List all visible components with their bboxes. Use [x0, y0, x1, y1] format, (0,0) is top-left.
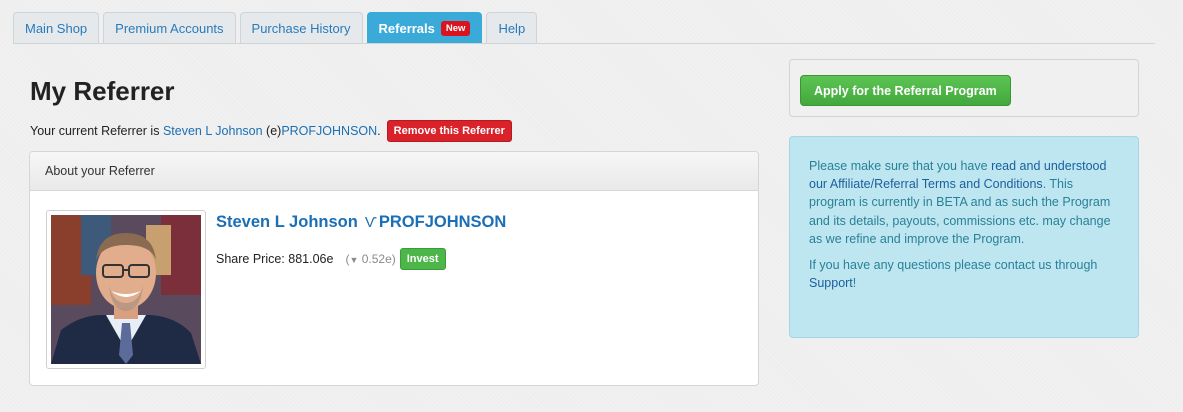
apply-referral-program-button[interactable]: Apply for the Referral Program: [800, 75, 1011, 106]
referrer-prefix: Your current Referrer is: [30, 124, 160, 138]
person-portrait-icon: [51, 215, 201, 364]
change-value: 0.52e: [361, 252, 392, 266]
referrer-handle-link[interactable]: PROFJOHNSON: [281, 124, 377, 138]
new-badge: New: [440, 21, 471, 36]
share-price-label: Share Price:: [216, 252, 285, 266]
info-alert: Please make sure that you have read and …: [789, 136, 1139, 338]
change-close: ): [391, 252, 396, 266]
nav-tabs: Main Shop Premium Accounts Purchase Hist…: [13, 12, 541, 44]
info-text: Please make sure that you have: [809, 159, 992, 173]
referrer-name-link[interactable]: Steven L Johnson: [163, 124, 263, 138]
tab-label: Help: [498, 21, 526, 36]
tab-label: Premium Accounts: [115, 21, 224, 36]
price-change: (▼ 0.52e): [345, 252, 395, 266]
info-paragraph-support: If you have any questions please contact…: [809, 256, 1120, 292]
tab-label: Main Shop: [25, 21, 88, 36]
info-text: If you have any questions please contact…: [809, 258, 1098, 273]
down-arrow-icon: ▼: [349, 255, 359, 265]
tab-referrals[interactable]: Referrals New: [366, 12, 483, 44]
e-currency-icon: Ѵ: [364, 214, 377, 231]
info-text: !: [852, 276, 857, 291]
tab-main-shop[interactable]: Main Shop: [13, 12, 100, 44]
avatar: [51, 215, 201, 364]
tab-label: Purchase History: [251, 21, 351, 36]
referrer-photo[interactable]: [46, 210, 206, 369]
tab-help[interactable]: Help: [486, 12, 538, 44]
about-referrer-panel: About your Referrer Steven L Johnson Ѵ P…: [29, 151, 759, 386]
person-name-link[interactable]: Steven L Johnson: [216, 213, 358, 232]
referrer-suffix: .: [377, 124, 381, 138]
tab-premium-accounts[interactable]: Premium Accounts: [103, 12, 236, 44]
invest-button[interactable]: Invest: [399, 248, 446, 270]
page-title: My Referrer: [30, 76, 175, 106]
panel-header: About your Referrer: [30, 152, 758, 191]
remove-referrer-button[interactable]: Remove this Referrer: [386, 120, 512, 142]
support-link[interactable]: Support: [809, 276, 853, 290]
person-handle-link[interactable]: PROFJOHNSON: [379, 213, 506, 232]
referrer-name-heading: Steven L Johnson Ѵ PROFJOHNSON: [216, 213, 506, 232]
tab-divider: [13, 43, 1155, 44]
share-price-value: 881.06e: [288, 252, 334, 266]
current-referrer-line: Your current Referrer is Steven L Johnso…: [30, 120, 512, 142]
apply-box: Apply for the Referral Program: [789, 59, 1139, 117]
tab-label: Referrals: [378, 21, 435, 36]
referrer-handle-prefix: (e): [266, 124, 282, 138]
tab-purchase-history[interactable]: Purchase History: [239, 12, 363, 44]
share-price-line: Share Price: 881.06e (▼ 0.52e) Invest: [216, 248, 446, 270]
info-paragraph-terms: Please make sure that you have read and …: [809, 157, 1120, 248]
